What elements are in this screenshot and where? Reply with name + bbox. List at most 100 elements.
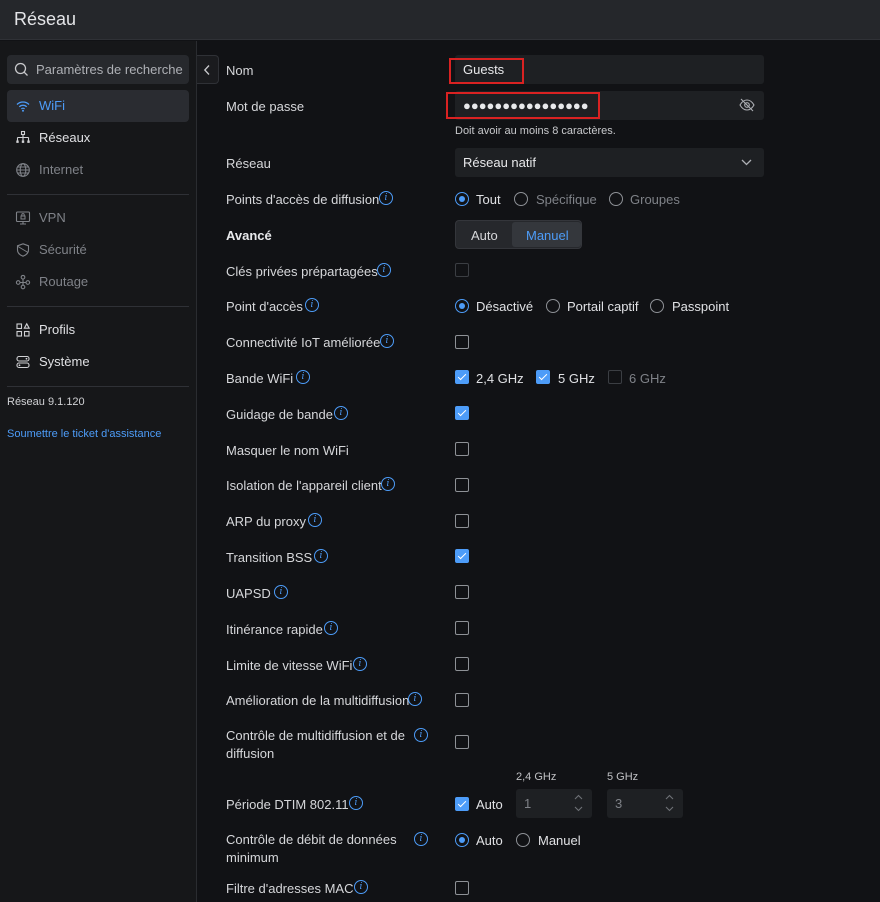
wifi-icon [16, 101, 30, 112]
multicast-control-checkbox[interactable] [455, 735, 469, 749]
password-hint: Doit avoir au moins 8 caractères. [455, 125, 616, 137]
info-icon[interactable]: i [349, 796, 363, 810]
profiles-grid-icon [16, 322, 31, 337]
advanced-manual-option[interactable]: Manuel [512, 222, 581, 247]
dtim-auto-checkbox[interactable] [455, 797, 469, 811]
broadcast-groups-label: Groupes [630, 192, 680, 207]
version-text: Réseau 9.1.120 [7, 396, 85, 408]
broadcast-all-label: Tout [476, 192, 501, 207]
broadcast-specific-radio[interactable] [514, 192, 528, 206]
sidebar-item-systeme[interactable]: Système [7, 346, 189, 378]
sidebar-item-routage[interactable]: Routage [7, 266, 189, 298]
hide-name-checkbox[interactable] [455, 442, 469, 456]
min-rate-manual-label: Manuel [538, 833, 581, 848]
band-24-checkbox[interactable] [455, 370, 469, 384]
fast-roaming-label: Itinérance rapide [226, 622, 323, 637]
sidebar-item-vpn[interactable]: VPN [7, 202, 189, 234]
eye-off-icon[interactable] [739, 98, 755, 112]
dtim-5-value: 3 [615, 796, 623, 811]
mac-filter-label: Filtre d'adresses MAC [226, 881, 354, 896]
hotspot-captive-radio[interactable] [546, 299, 560, 313]
info-icon[interactable]: i [274, 585, 288, 599]
sidebar-item-wifi[interactable]: WiFi [7, 90, 189, 122]
dtim-24-header: 2,4 GHz [516, 771, 557, 783]
network-select[interactable]: Réseau natif [455, 148, 764, 177]
bss-transition-label: Transition BSS [226, 550, 313, 565]
uapsd-label: UAPSD [226, 586, 271, 601]
sidebar-item-label: Profils [39, 322, 76, 337]
rate-limit-checkbox[interactable] [455, 657, 469, 671]
band-5-checkbox[interactable] [536, 370, 550, 384]
sidebar-item-label: Routage [39, 274, 89, 289]
info-icon[interactable]: i [353, 657, 367, 671]
sidebar-item-label: Réseaux [39, 130, 91, 145]
client-isolation-checkbox[interactable] [455, 478, 469, 492]
broadcast-all-radio[interactable] [455, 192, 469, 206]
broadcast-ap-label: Points d'accès de diffusion [226, 192, 380, 207]
info-icon[interactable]: i [308, 513, 322, 527]
hotspot-disabled-radio[interactable] [455, 299, 469, 313]
sidebar: Paramètres de recherche WiFi Réseaux Int… [0, 41, 197, 902]
band-6-checkbox[interactable] [608, 370, 622, 384]
sidebar-item-internet[interactable]: Internet [7, 154, 189, 186]
advanced-auto-option[interactable]: Auto [471, 228, 498, 243]
sidebar-item-label: VPN [39, 210, 66, 225]
password-highlight-box [446, 92, 600, 119]
wifi-band-label: Bande WiFi [226, 371, 294, 386]
psk-label: Clés privées prépartagées [226, 264, 378, 279]
sidebar-item-reseaux[interactable]: Réseaux [7, 122, 189, 154]
page-title: Réseau [14, 9, 77, 29]
search-input[interactable]: Paramètres de recherche [7, 55, 189, 84]
min-rate-manual-radio[interactable] [516, 833, 530, 847]
iot-checkbox[interactable] [455, 335, 469, 349]
info-icon[interactable]: i [414, 832, 428, 846]
info-icon[interactable]: i [324, 621, 338, 635]
info-icon[interactable]: i [377, 263, 391, 277]
dtim-24-stepper[interactable]: 1 [516, 789, 592, 818]
info-icon[interactable]: i [354, 880, 368, 894]
info-icon[interactable]: i [414, 728, 428, 742]
psk-checkbox[interactable] [455, 263, 469, 277]
sidebar-item-label: Internet [39, 162, 84, 177]
band-24-label: 2,4 GHz [476, 371, 524, 386]
info-icon[interactable]: i [305, 298, 319, 312]
bss-transition-checkbox[interactable] [455, 549, 469, 563]
band-steering-checkbox[interactable] [455, 406, 469, 420]
password-label: Mot de passe [226, 99, 305, 114]
stepper-arrows-icon[interactable] [665, 793, 674, 813]
broadcast-groups-radio[interactable] [609, 192, 623, 206]
multicast-enhancement-checkbox[interactable] [455, 693, 469, 707]
proxy-arp-checkbox[interactable] [455, 514, 469, 528]
info-icon[interactable]: i [334, 406, 348, 420]
name-label: Nom [226, 63, 254, 78]
stepper-arrows-icon[interactable] [574, 793, 583, 813]
sidebar-item-profils[interactable]: Profils [7, 314, 189, 346]
info-icon[interactable]: i [381, 477, 395, 491]
rate-limit-label: Limite de vitesse WiFi [226, 658, 353, 673]
iot-label: Connectivité IoT améliorée [226, 335, 381, 350]
hotspot-label: Point d'accès [226, 299, 303, 314]
info-icon[interactable]: i [314, 549, 328, 563]
info-icon[interactable]: i [379, 191, 393, 205]
info-icon[interactable]: i [380, 334, 394, 348]
routing-icon [15, 274, 31, 290]
info-icon[interactable]: i [296, 370, 310, 384]
hotspot-disabled-label: Désactivé [476, 299, 534, 314]
mac-filter-checkbox[interactable] [455, 881, 469, 895]
fast-roaming-checkbox[interactable] [455, 621, 469, 635]
sidebar-item-securite[interactable]: Sécurité [7, 234, 189, 266]
collapse-sidebar-button[interactable] [197, 55, 219, 84]
dtim-5-stepper[interactable]: 3 [607, 789, 683, 818]
uapsd-checkbox[interactable] [455, 585, 469, 599]
support-ticket-link[interactable]: Soumettre le ticket d'assistance [7, 428, 161, 440]
sidebar-divider [7, 306, 189, 307]
sidebar-divider [7, 386, 189, 387]
info-icon[interactable]: i [408, 692, 422, 706]
globe-icon [16, 163, 30, 177]
hotspot-passpoint-radio[interactable] [650, 299, 664, 313]
hotspot-passpoint-label: Passpoint [672, 299, 730, 314]
network-selected-value: Réseau natif [463, 155, 536, 170]
min-rate-auto-radio[interactable] [455, 833, 469, 847]
dtim-auto-label: Auto [476, 797, 503, 812]
band-steering-label: Guidage de bande [226, 407, 333, 422]
